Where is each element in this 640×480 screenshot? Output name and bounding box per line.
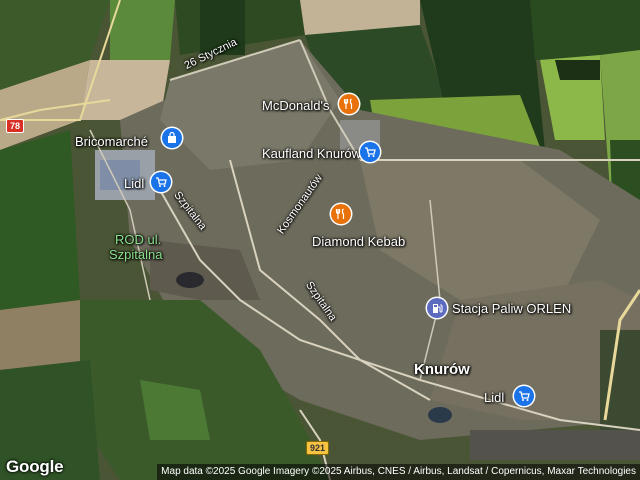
park-label-rod-szpitalna-1[interactable]: ROD ul. bbox=[115, 233, 161, 246]
place-label-lidl-west[interactable]: Lidl bbox=[124, 177, 144, 190]
road-shield-78: 78 bbox=[6, 119, 25, 133]
shopping-cart-icon[interactable] bbox=[151, 172, 171, 192]
shopping-cart-icon[interactable] bbox=[360, 142, 380, 162]
satellite-map[interactable]: 78 921 26 Stycznia Szpitalna Kosmonautów… bbox=[0, 0, 640, 480]
gas-station-icon[interactable] bbox=[427, 298, 447, 318]
road-shield-921: 921 bbox=[306, 441, 330, 455]
place-label-bricomarche[interactable]: Bricomarché bbox=[75, 135, 148, 148]
place-label-mcdonalds[interactable]: McDonald's bbox=[262, 99, 330, 112]
place-label-kaufland-knurow[interactable]: Kaufland Knurów bbox=[262, 147, 361, 160]
shopping-cart-icon[interactable] bbox=[514, 386, 534, 406]
google-logo[interactable]: Google bbox=[6, 457, 64, 477]
town-label-knurow[interactable]: Knurów bbox=[414, 362, 470, 377]
map-attribution[interactable]: Map data ©2025 Google Imagery ©2025 Airb… bbox=[157, 464, 640, 480]
park-label-rod-szpitalna-2[interactable]: Szpitalna bbox=[109, 248, 162, 261]
restaurant-icon[interactable] bbox=[339, 94, 359, 114]
place-label-lidl-east[interactable]: Lidl bbox=[484, 391, 504, 404]
place-label-diamond-kebab[interactable]: Diamond Kebab bbox=[312, 235, 405, 248]
restaurant-icon[interactable] bbox=[331, 204, 351, 224]
place-label-stacja-paliw-orlen[interactable]: Stacja Paliw ORLEN bbox=[452, 302, 571, 315]
shopping-bag-icon[interactable] bbox=[162, 128, 182, 148]
